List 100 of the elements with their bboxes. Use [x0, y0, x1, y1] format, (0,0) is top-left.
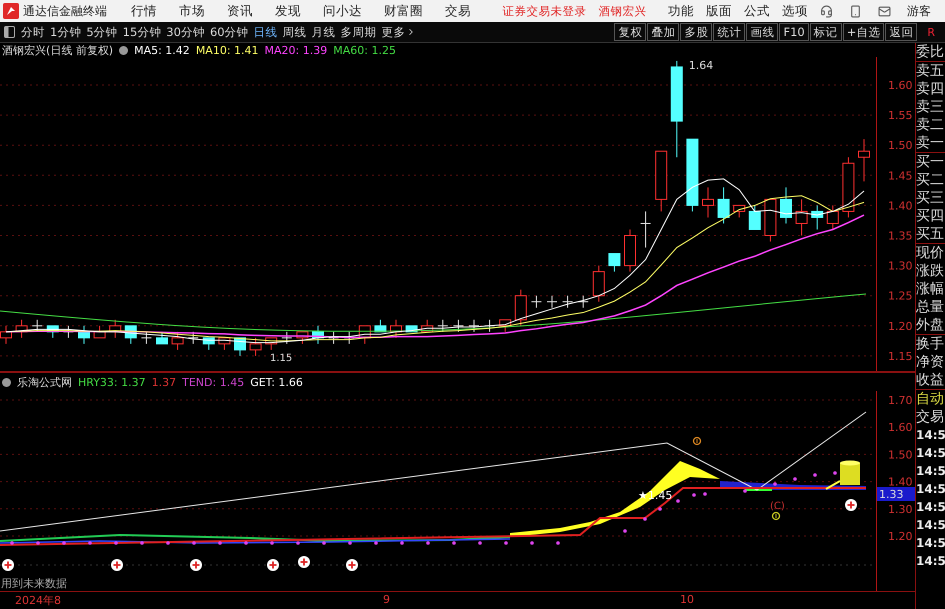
- candle: [748, 204, 761, 230]
- more-link[interactable]: 更多: [382, 24, 416, 40]
- time-label: 14:5: [916, 553, 945, 570]
- candle: [46, 325, 59, 338]
- tool-button[interactable]: 多股: [680, 23, 712, 41]
- tool-button[interactable]: 复权: [614, 23, 646, 41]
- time-label: 14:5: [916, 481, 945, 498]
- period-tab[interactable]: 5分钟: [86, 24, 118, 40]
- candle: [62, 325, 74, 338]
- cylinder-icon: [826, 460, 860, 490]
- candle: [265, 337, 278, 350]
- headset-icon[interactable]: [820, 4, 833, 18]
- dot-marker: [833, 471, 837, 475]
- candle: [234, 337, 246, 356]
- quote-label: 买二: [916, 171, 945, 189]
- dot-marker: [504, 541, 508, 545]
- low-price-label: 1.15: [270, 353, 292, 364]
- candle: [124, 325, 137, 344]
- sidebar-toggle-icon[interactable]: [4, 26, 15, 38]
- candle: [390, 319, 402, 338]
- candle: [296, 331, 308, 344]
- candle: [94, 325, 106, 338]
- menu-item[interactable]: 发现: [275, 2, 301, 20]
- menu-item[interactable]: 版面: [706, 2, 732, 20]
- price-axis-label: 1.20: [888, 320, 912, 333]
- candle: [655, 150, 668, 212]
- price-axis-label: 1.70: [888, 394, 912, 407]
- quote-label: 涨幅: [916, 280, 945, 298]
- dot-marker: [140, 541, 144, 545]
- plus-marker-icon: [2, 559, 14, 571]
- period-tab[interactable]: 月线: [312, 24, 336, 40]
- candle: [281, 331, 292, 344]
- stock-name: 酒钢宏兴: [598, 4, 646, 18]
- dot-marker: [793, 477, 797, 481]
- menu-item[interactable]: 行情: [131, 2, 157, 20]
- circle-marker-icon: [692, 436, 702, 446]
- candle: [437, 319, 448, 332]
- candle: [109, 319, 122, 338]
- quote-label: 现价: [916, 244, 945, 262]
- dot-marker: [426, 541, 430, 545]
- menu-item[interactable]: 问小达: [323, 2, 362, 20]
- menu-item[interactable]: 市场: [179, 2, 205, 20]
- app-title: 通达信金融终端: [23, 2, 107, 20]
- tool-button[interactable]: F10: [779, 23, 809, 41]
- tool-button[interactable]: +自选: [842, 23, 884, 41]
- candle: [421, 319, 434, 332]
- auto-trade-label[interactable]: 自动: [916, 390, 945, 408]
- period-tab[interactable]: 1分钟: [50, 24, 82, 40]
- period-tab[interactable]: 日线: [254, 24, 278, 40]
- tool-button[interactable]: 画线: [746, 23, 778, 41]
- period-tab[interactable]: 多周期: [340, 24, 377, 40]
- candle: [499, 319, 512, 332]
- menu-item[interactable]: 交易: [445, 2, 471, 20]
- user-label[interactable]: 游客: [907, 2, 931, 20]
- phone-icon[interactable]: [849, 4, 862, 18]
- dot-marker: [62, 541, 66, 545]
- candle: [514, 289, 527, 326]
- candle: [374, 319, 386, 332]
- candle: [796, 198, 808, 236]
- candle: [312, 325, 324, 344]
- dot-marker: [296, 541, 300, 545]
- logo-icon: [3, 3, 19, 19]
- tool-button[interactable]: 标记: [810, 23, 842, 41]
- price-axis-label: 1.60: [888, 79, 912, 92]
- quote-label: 买五: [916, 225, 945, 243]
- menu-item[interactable]: 资讯: [227, 2, 253, 20]
- candle: [811, 204, 824, 230]
- circle-marker-icon: [772, 512, 780, 520]
- plus-marker-icon: [346, 559, 358, 571]
- candle: [858, 138, 870, 182]
- menu-item[interactable]: 选项: [782, 2, 808, 20]
- indicator-value: MA10: 1.41: [196, 44, 259, 56]
- dot-marker: [10, 541, 14, 545]
- dot-marker: [400, 541, 404, 545]
- quote-label: 卖三: [916, 98, 945, 116]
- menu-item[interactable]: 功能: [668, 2, 694, 20]
- tool-button[interactable]: 叠加: [647, 23, 680, 41]
- candle: [156, 331, 168, 344]
- quote-label: 买一: [916, 153, 945, 171]
- time-label: 14:5: [916, 517, 945, 534]
- period-tab[interactable]: 30分钟: [166, 24, 205, 40]
- tool-button[interactable]: 返回: [885, 23, 918, 41]
- high-price-label: 1.64: [688, 59, 714, 72]
- menu-item[interactable]: 财富圈: [384, 2, 423, 20]
- candle: [640, 210, 652, 248]
- candle: [344, 331, 355, 344]
- period-tab[interactable]: 60分钟: [210, 24, 249, 40]
- tool-button[interactable]: 统计: [713, 23, 746, 41]
- dot-marker: [703, 492, 707, 496]
- period-tab[interactable]: 15分钟: [122, 24, 162, 40]
- period-tab[interactable]: 周线: [282, 24, 307, 40]
- candle: [218, 337, 230, 350]
- candle: [592, 265, 605, 302]
- dot-marker: [556, 541, 560, 545]
- period-tab[interactable]: 分时: [21, 24, 45, 40]
- login-status[interactable]: 证券交易未登录: [502, 4, 586, 18]
- menu-item[interactable]: 公式: [744, 2, 770, 20]
- quote-label: 买三: [916, 189, 945, 207]
- mail-icon[interactable]: [878, 4, 891, 18]
- trade-label[interactable]: 交易: [916, 408, 945, 426]
